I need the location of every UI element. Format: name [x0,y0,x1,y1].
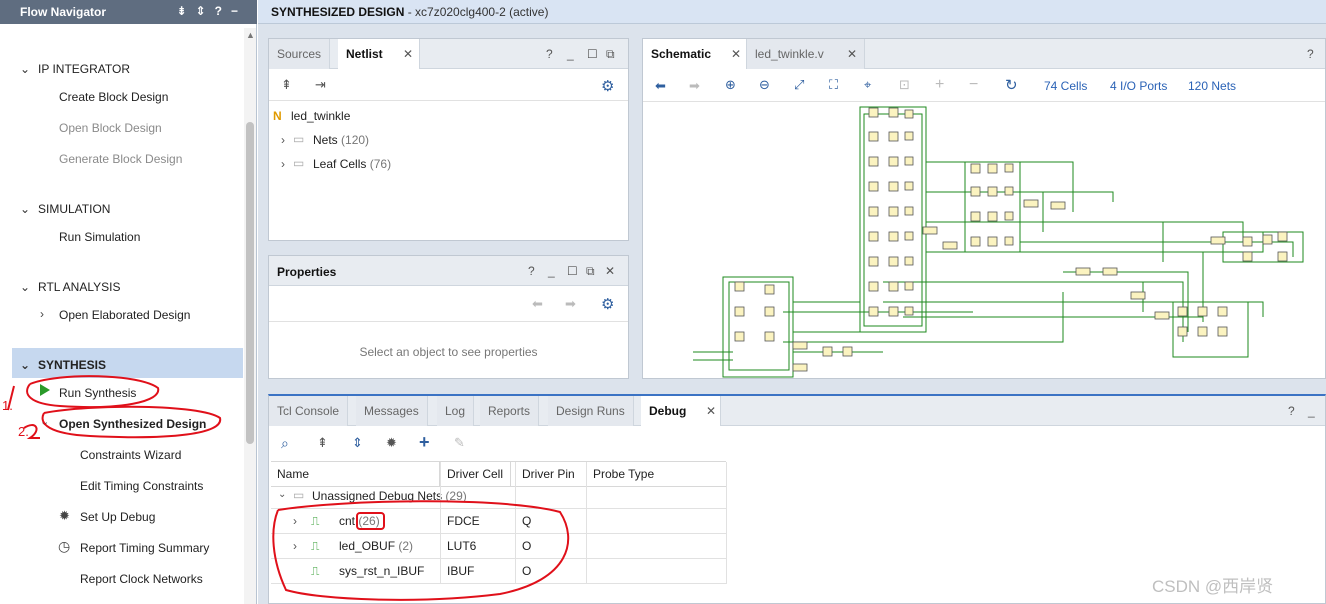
annotation-box-cnt-count [356,512,385,530]
annotation-layer [7,375,570,601]
annotation-circle-run-synthesis [26,375,160,409]
annotation-circle-open-synthesized [41,405,222,439]
watermark: CSDN @西岸贤 [1152,577,1274,596]
annotation-circle-debug-nets [272,500,570,601]
annotation-mark-2: 2. [18,424,29,439]
annotation-mark-1: 1. [2,398,13,413]
